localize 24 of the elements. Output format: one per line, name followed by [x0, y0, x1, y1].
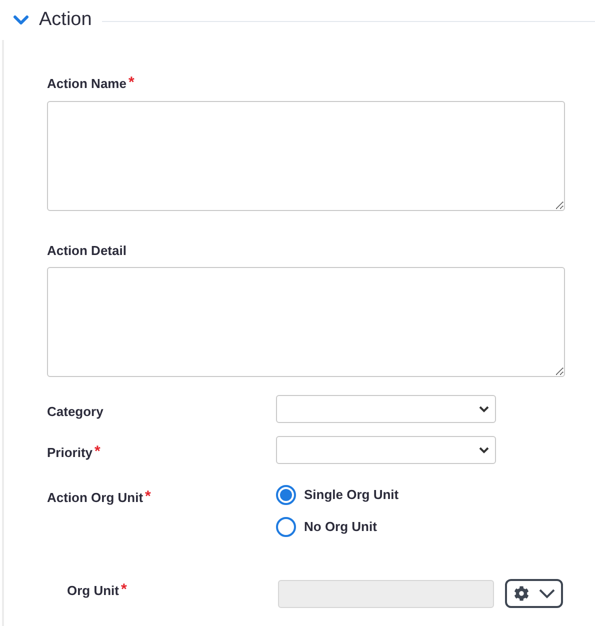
text-area[interactable] — [47, 100, 565, 210]
required-mark: * — [145, 488, 151, 506]
section-title: Action — [39, 8, 92, 32]
settings-icon — [514, 586, 528, 601]
chevron-down-icon — [538, 588, 554, 598]
radio-button[interactable] — [276, 517, 296, 537]
radio-option[interactable]: No Org Unit — [276, 517, 399, 537]
field-label: Category — [47, 403, 104, 421]
field-label: Action Detail — [47, 242, 126, 260]
required-mark: * — [128, 74, 134, 92]
text-area[interactable] — [47, 267, 565, 377]
radio-option[interactable]: Single Org Unit — [276, 485, 399, 505]
radio-button[interactable] — [276, 485, 296, 505]
chevron-down-icon — [479, 406, 489, 412]
select-dropdown[interactable] — [276, 395, 496, 423]
field-label: Priority — [47, 444, 93, 462]
field-label: Action Name — [47, 75, 126, 93]
field-label: Org Unit — [67, 582, 119, 600]
settings-dropdown-button[interactable] — [505, 579, 563, 608]
required-mark: * — [121, 580, 127, 599]
field-label: Action Org Unit — [47, 489, 144, 507]
required-mark: * — [94, 443, 100, 461]
select-dropdown[interactable] — [276, 436, 496, 464]
chevron-down-icon — [479, 446, 489, 454]
